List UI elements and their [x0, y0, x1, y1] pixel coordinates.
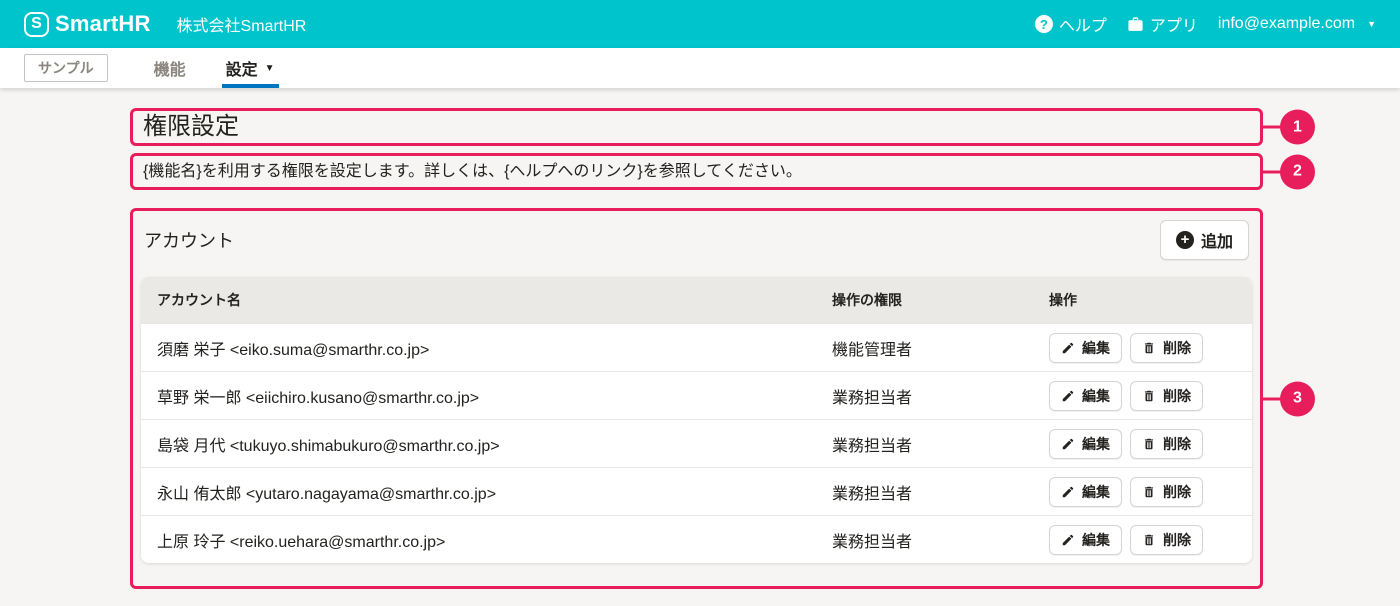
- pencil-icon: [1061, 485, 1075, 499]
- page-title: 権限設定: [133, 111, 1260, 143]
- annotation-box-1: 権限設定 1: [130, 108, 1263, 146]
- smarthr-logo-icon: S: [24, 12, 49, 37]
- delete-button[interactable]: 削除: [1130, 429, 1203, 459]
- page-description: {機能名}を利用する権限を設定します。詳しくは、{ヘルプへのリンク}を参照してく…: [133, 156, 1260, 187]
- delete-button-label: 削除: [1163, 386, 1191, 406]
- annotation-connector-1: [1260, 126, 1281, 129]
- briefcase-icon: [1127, 16, 1144, 33]
- edit-button-label: 編集: [1082, 434, 1110, 454]
- apps-link[interactable]: アプリ: [1127, 12, 1198, 36]
- help-link[interactable]: ? ヘルプ: [1035, 12, 1107, 36]
- edit-button[interactable]: 編集: [1049, 477, 1122, 507]
- account-name: 草野 栄一郎 <eiichiro.kusano@smarthr.co.jp>: [141, 384, 832, 408]
- account-name: 須磨 栄子 <eiko.suma@smarthr.co.jp>: [141, 336, 832, 360]
- edit-button[interactable]: 編集: [1049, 333, 1122, 363]
- delete-button[interactable]: 削除: [1130, 381, 1203, 411]
- add-account-button[interactable]: + 追加: [1160, 220, 1249, 260]
- table-row: 上原 玲子 <reiko.uehara@smarthr.co.jp> 業務担当者…: [141, 515, 1252, 563]
- annotation-box-2: {機能名}を利用する権限を設定します。詳しくは、{ヘルプへのリンク}を参照してく…: [130, 153, 1263, 190]
- edit-button[interactable]: 編集: [1049, 381, 1122, 411]
- help-label: ヘルプ: [1059, 12, 1107, 36]
- edit-button[interactable]: 編集: [1049, 429, 1122, 459]
- trash-icon: [1142, 389, 1156, 403]
- apps-label: アプリ: [1150, 12, 1198, 36]
- delete-button-label: 削除: [1163, 482, 1191, 502]
- smarthr-logo[interactable]: S SmartHR: [24, 11, 151, 37]
- edit-button-label: 編集: [1082, 386, 1110, 406]
- table-row: 草野 栄一郎 <eiichiro.kusano@smarthr.co.jp> 業…: [141, 371, 1252, 419]
- smarthr-logo-text: SmartHR: [55, 11, 151, 37]
- delete-button[interactable]: 削除: [1130, 477, 1203, 507]
- account-permission: 業務担当者: [832, 528, 1049, 552]
- app-header: S SmartHR 株式会社SmartHR ? ヘルプ アプリ info@exa…: [0, 0, 1400, 48]
- tab-bar: サンプル 機能 設定 ▼: [0, 48, 1400, 88]
- tab-settings[interactable]: 設定 ▼: [222, 48, 279, 88]
- pencil-icon: [1061, 437, 1075, 451]
- table-row: 須磨 栄子 <eiko.suma@smarthr.co.jp> 機能管理者 編集…: [141, 323, 1252, 371]
- annotation-box-3: アカウント + 追加 アカウント名 操作の権限 操作 須磨 栄子 <eiko.s…: [130, 208, 1263, 589]
- trash-icon: [1142, 437, 1156, 451]
- account-email: info@example.com: [1218, 15, 1355, 33]
- sample-chip: サンプル: [24, 54, 108, 82]
- tab-features-label: 機能: [154, 56, 186, 80]
- delete-button[interactable]: 削除: [1130, 333, 1203, 363]
- edit-button-label: 編集: [1082, 338, 1110, 358]
- account-table: アカウント名 操作の権限 操作 須磨 栄子 <eiko.suma@smarthr…: [141, 277, 1252, 563]
- pencil-icon: [1061, 533, 1075, 547]
- main-content: 権限設定 1 {機能名}を利用する権限を設定します。詳しくは、{ヘルプへのリンク…: [130, 88, 1263, 589]
- delete-button-label: 削除: [1163, 434, 1191, 454]
- company-name: 株式会社SmartHR: [177, 12, 307, 36]
- column-header-permission: 操作の権限: [832, 290, 1049, 310]
- edit-button-label: 編集: [1082, 530, 1110, 550]
- account-name: 島袋 月代 <tukuyo.shimabukuro@smarthr.co.jp>: [141, 432, 832, 456]
- column-header-account-name: アカウント名: [141, 290, 832, 310]
- account-menu[interactable]: info@example.com ▼: [1218, 15, 1376, 33]
- pencil-icon: [1061, 389, 1075, 403]
- trash-icon: [1142, 341, 1156, 355]
- section-heading: アカウント: [144, 227, 234, 253]
- add-account-button-label: 追加: [1201, 228, 1233, 252]
- account-permission: 機能管理者: [832, 336, 1049, 360]
- plus-icon: +: [1176, 231, 1194, 249]
- annotation-connector-3: [1260, 397, 1281, 400]
- pencil-icon: [1061, 341, 1075, 355]
- table-header-row: アカウント名 操作の権限 操作: [141, 277, 1252, 323]
- table-row: 永山 侑太郎 <yutaro.nagayama@smarthr.co.jp> 業…: [141, 467, 1252, 515]
- account-permission: 業務担当者: [832, 480, 1049, 504]
- trash-icon: [1142, 485, 1156, 499]
- annotation-connector-2: [1260, 170, 1281, 173]
- trash-icon: [1142, 533, 1156, 547]
- annotation-badge-3: 3: [1280, 381, 1315, 416]
- table-row: 島袋 月代 <tukuyo.shimabukuro@smarthr.co.jp>…: [141, 419, 1252, 467]
- account-name: 上原 玲子 <reiko.uehara@smarthr.co.jp>: [141, 528, 832, 552]
- column-header-actions: 操作: [1049, 290, 1252, 310]
- edit-button[interactable]: 編集: [1049, 525, 1122, 555]
- annotation-badge-2: 2: [1280, 154, 1315, 189]
- tab-settings-label: 設定: [226, 56, 258, 80]
- account-name: 永山 侑太郎 <yutaro.nagayama@smarthr.co.jp>: [141, 480, 832, 504]
- help-icon: ?: [1035, 15, 1053, 33]
- chevron-down-icon: ▼: [265, 63, 275, 74]
- chevron-down-icon: ▼: [1367, 19, 1376, 29]
- tab-features[interactable]: 機能: [150, 48, 190, 88]
- edit-button-label: 編集: [1082, 482, 1110, 502]
- account-permission: 業務担当者: [832, 384, 1049, 408]
- annotation-badge-1: 1: [1280, 110, 1315, 145]
- delete-button[interactable]: 削除: [1130, 525, 1203, 555]
- delete-button-label: 削除: [1163, 338, 1191, 358]
- account-permission: 業務担当者: [832, 432, 1049, 456]
- delete-button-label: 削除: [1163, 530, 1191, 550]
